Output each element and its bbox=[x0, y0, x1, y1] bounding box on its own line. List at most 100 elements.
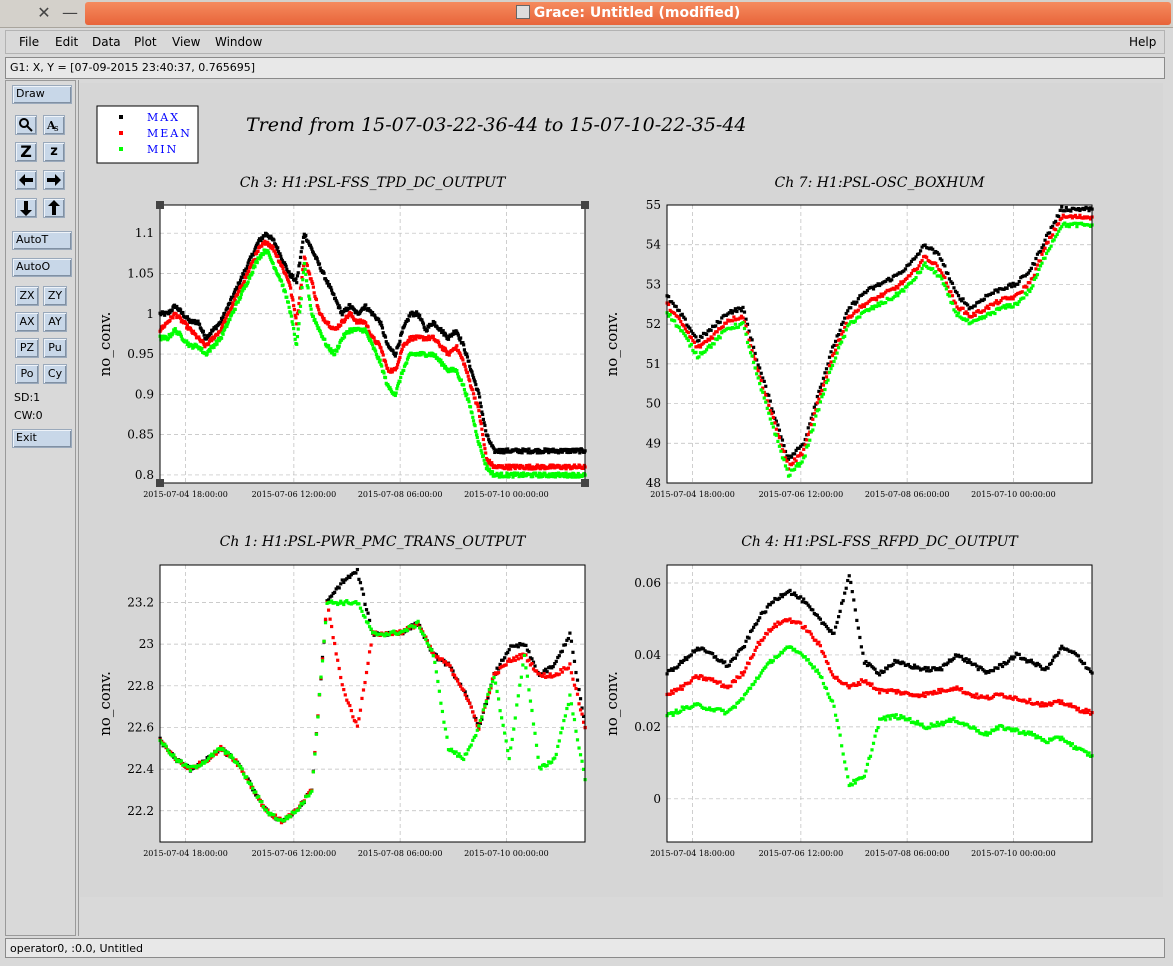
arrow-right-icon bbox=[47, 174, 61, 186]
data-point-min bbox=[510, 737, 514, 742]
data-point-mean bbox=[510, 659, 514, 663]
data-point-mean bbox=[805, 438, 809, 442]
scroll-right-button[interactable] bbox=[43, 170, 65, 190]
pu-button[interactable]: Pu bbox=[43, 338, 67, 358]
zoom-out-button[interactable]: z bbox=[43, 142, 65, 162]
data-point-mean bbox=[774, 427, 778, 431]
data-point-min bbox=[211, 754, 215, 758]
data-point-min bbox=[748, 686, 753, 690]
data-point-mean bbox=[762, 636, 766, 640]
data-point-min bbox=[884, 718, 888, 722]
menu-help[interactable]: Help bbox=[1129, 35, 1156, 49]
data-point-max bbox=[394, 351, 398, 355]
data-point-min bbox=[674, 708, 678, 712]
data-point-min bbox=[402, 368, 406, 373]
data-point-min bbox=[484, 700, 489, 704]
data-point-mean bbox=[923, 694, 927, 699]
data-point-min bbox=[874, 304, 879, 309]
data-point-max bbox=[833, 339, 838, 343]
menu-edit[interactable]: Edit bbox=[55, 35, 78, 49]
data-point-mean bbox=[568, 662, 572, 666]
exit-button[interactable]: Exit bbox=[12, 429, 72, 448]
data-point-mean bbox=[782, 449, 786, 453]
legend-box[interactable]: MAX MEAN MIN bbox=[96, 105, 199, 164]
drawing-canvas[interactable]: MAX MEAN MIN Trend from 15-07-03-22-36-4… bbox=[78, 80, 1165, 936]
data-point-max bbox=[221, 315, 225, 319]
data-point-max bbox=[284, 264, 288, 268]
data-point-max bbox=[688, 326, 692, 330]
menu-plot[interactable]: Plot bbox=[134, 35, 157, 49]
pz-button[interactable]: PZ bbox=[15, 338, 39, 358]
data-point-min bbox=[229, 753, 234, 757]
data-point-min bbox=[248, 276, 252, 280]
data-point-max bbox=[677, 308, 681, 313]
data-point-min bbox=[677, 325, 681, 330]
ax-button[interactable]: AX bbox=[15, 312, 39, 332]
data-point-max bbox=[470, 370, 474, 374]
cy-button[interactable]: Cy bbox=[43, 364, 67, 384]
autot-button[interactable]: AutoT bbox=[12, 231, 72, 250]
data-point-max bbox=[1060, 205, 1064, 209]
data-point-mean bbox=[357, 717, 361, 721]
po-button[interactable]: Po bbox=[15, 364, 39, 384]
data-point-max bbox=[823, 371, 827, 375]
graph-canvas-svg[interactable]: MAX MEAN MIN Trend from 15-07-03-22-36-4… bbox=[80, 83, 1163, 897]
autoscale-button[interactable]: As bbox=[43, 115, 65, 135]
data-point-mean bbox=[478, 414, 482, 419]
data-point-max bbox=[1029, 266, 1033, 270]
data-point-min bbox=[307, 294, 311, 298]
menu-window[interactable]: Window bbox=[215, 35, 262, 49]
zoom-button[interactable] bbox=[15, 115, 37, 135]
data-point-min bbox=[884, 301, 888, 305]
menu-view[interactable]: View bbox=[172, 35, 200, 49]
plot-area[interactable]: MAX MEAN MIN Trend from 15-07-03-22-36-4… bbox=[80, 83, 1163, 897]
data-point-max bbox=[568, 631, 572, 635]
scroll-down-button[interactable] bbox=[15, 198, 37, 218]
data-point-max bbox=[742, 644, 747, 649]
data-point-min bbox=[377, 355, 381, 359]
data-point-max bbox=[503, 656, 507, 660]
data-point-max bbox=[295, 274, 300, 278]
data-point-max bbox=[952, 656, 956, 660]
menu-data[interactable]: Data bbox=[92, 35, 121, 49]
data-point-min bbox=[239, 292, 243, 296]
data-point-mean bbox=[527, 658, 531, 662]
zx-button[interactable]: ZX bbox=[15, 286, 39, 306]
data-point-mean bbox=[878, 691, 882, 695]
data-point-min bbox=[733, 705, 738, 709]
x-tick-label: 2015-07-04 18:00:00 bbox=[650, 849, 735, 858]
data-point-min bbox=[565, 706, 569, 711]
data-point-min bbox=[944, 287, 948, 291]
data-point-min bbox=[500, 471, 504, 475]
scroll-left-button[interactable] bbox=[15, 170, 37, 190]
autoo-button[interactable]: AutoO bbox=[12, 258, 72, 277]
data-point-min bbox=[490, 470, 495, 474]
data-point-mean bbox=[777, 436, 782, 440]
data-point-min bbox=[920, 722, 924, 726]
data-point-mean bbox=[814, 638, 818, 642]
minimize-icon[interactable]: — bbox=[60, 4, 80, 22]
data-point-min bbox=[953, 310, 958, 314]
data-point-min bbox=[378, 358, 382, 362]
data-point-mean bbox=[1046, 240, 1050, 244]
zy-button[interactable]: ZY bbox=[43, 286, 67, 306]
data-point-max bbox=[689, 653, 693, 657]
data-point-mean bbox=[721, 325, 725, 329]
data-point-mean bbox=[443, 660, 448, 664]
locator-readout: G1: X, Y = [07-09-2015 23:40:37, 0.76569… bbox=[5, 57, 1165, 79]
data-point-max bbox=[226, 306, 230, 310]
data-point-min bbox=[289, 314, 293, 318]
data-point-max bbox=[339, 582, 343, 586]
draw-button[interactable]: Draw bbox=[12, 85, 72, 104]
data-point-min bbox=[187, 765, 191, 769]
close-icon[interactable]: ✕ bbox=[34, 4, 54, 22]
data-point-min bbox=[830, 699, 835, 703]
zoom-in-button[interactable]: Z bbox=[15, 142, 37, 162]
menu-file[interactable]: File bbox=[19, 35, 39, 49]
selection-handle bbox=[156, 201, 164, 209]
ay-button[interactable]: AY bbox=[43, 312, 67, 332]
x-tick-label: 2015-07-04 18:00:00 bbox=[143, 849, 228, 858]
scroll-up-button[interactable] bbox=[43, 198, 65, 218]
data-point-max bbox=[1017, 279, 1021, 284]
data-point-min bbox=[249, 782, 253, 786]
